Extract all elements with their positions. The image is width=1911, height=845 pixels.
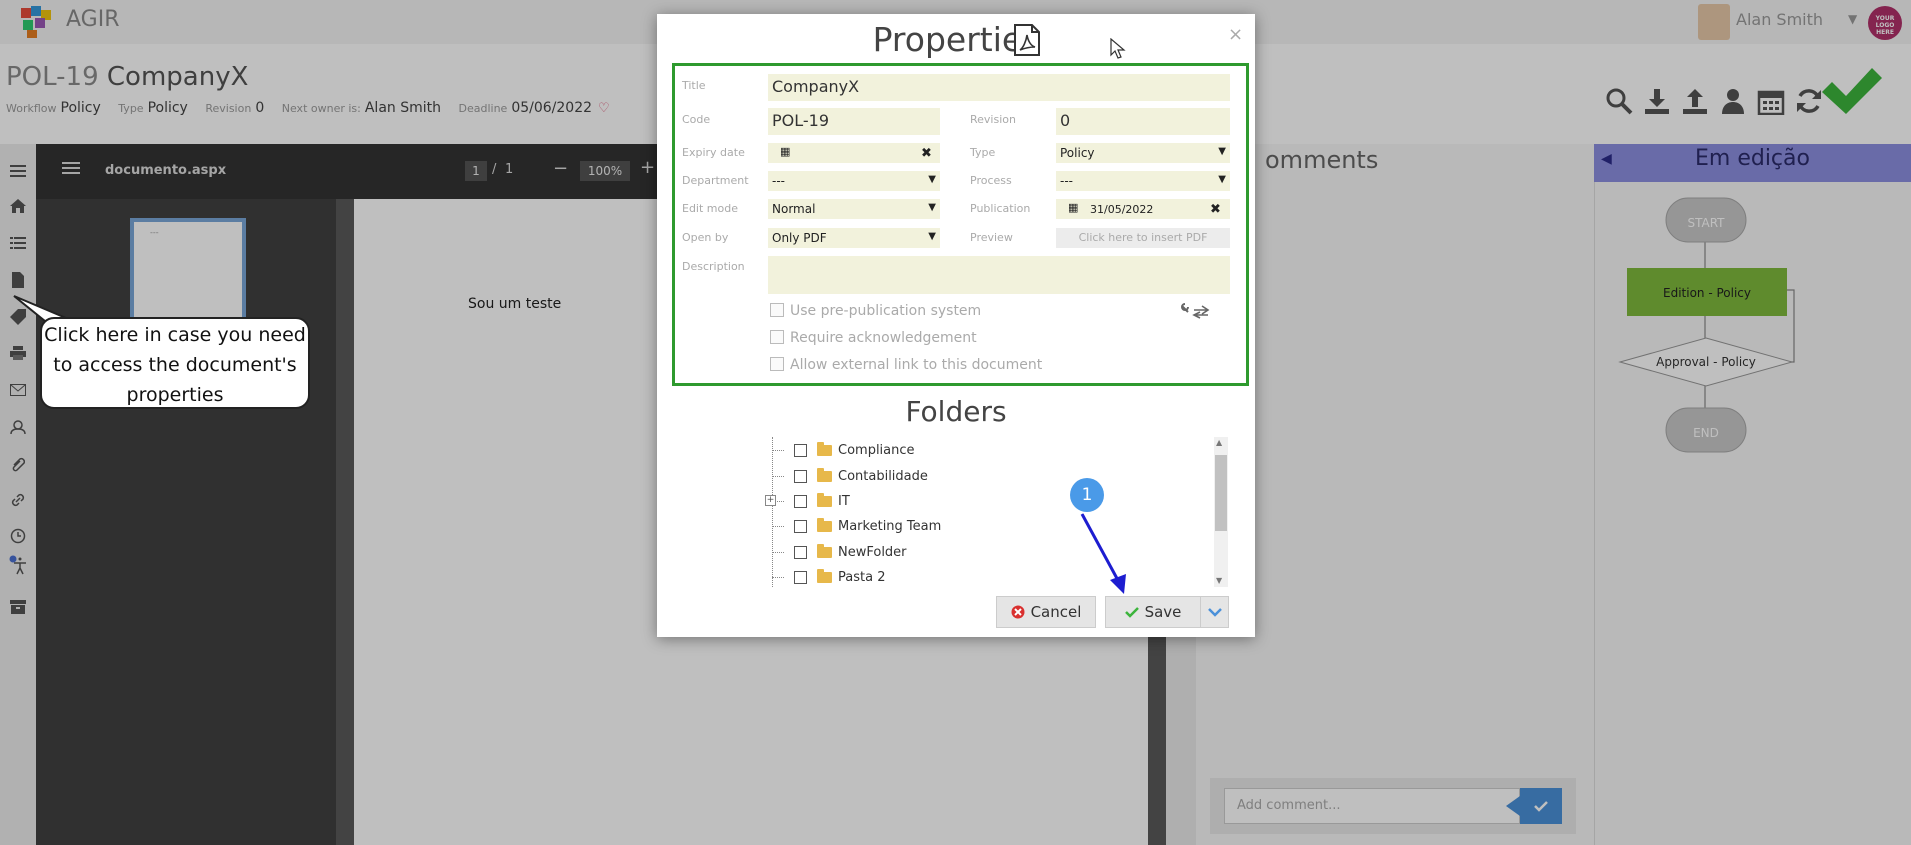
save-button[interactable]: Save xyxy=(1105,596,1201,628)
preview-label: Preview xyxy=(970,231,1013,244)
code-label: Code xyxy=(682,113,711,126)
folder-label: Contabilidade xyxy=(838,468,928,484)
publication-date-value: 31/05/2022 xyxy=(1090,203,1154,216)
callout-pointer xyxy=(13,295,82,340)
pre-publication-checkbox[interactable]: Use pre-publication system xyxy=(770,303,981,319)
type-select[interactable]: Policy ▼ xyxy=(1056,143,1230,163)
open-by-value: Only PDF xyxy=(772,231,827,245)
publication-label: Publication xyxy=(970,202,1031,215)
checkbox[interactable] xyxy=(794,443,807,457)
insert-pdf-button[interactable]: Click here to insert PDF xyxy=(1056,228,1230,248)
type-label: Type xyxy=(970,146,996,159)
code-field[interactable]: POL-19 xyxy=(768,108,940,135)
title-label: Title xyxy=(682,79,706,92)
folder-item[interactable]: NewFolder xyxy=(772,541,907,563)
expiry-date-field[interactable]: ▦ xyxy=(768,143,913,163)
type-value: Policy xyxy=(1060,146,1095,160)
scroll-down-icon[interactable]: ▼ xyxy=(1216,576,1222,585)
wrench-icon[interactable] xyxy=(1180,302,1212,324)
clear-expiry-button[interactable]: ✖ xyxy=(913,143,940,163)
chevron-down-icon xyxy=(1207,608,1222,617)
folder-label: Marketing Team xyxy=(838,518,942,534)
edit-mode-label: Edit mode xyxy=(682,202,738,215)
mouse-cursor-icon xyxy=(1110,38,1126,59)
process-value: --- xyxy=(1060,174,1073,188)
folder-label: Compliance xyxy=(838,442,915,458)
folder-icon xyxy=(817,517,832,532)
publication-date-field[interactable]: ▦ 31/05/2022 xyxy=(1056,199,1201,219)
clear-icon: ✖ xyxy=(1210,202,1221,217)
folder-icon xyxy=(817,441,832,456)
cancel-button[interactable]: Cancel xyxy=(996,596,1096,628)
department-value: --- xyxy=(772,174,785,188)
require-acknowledgement-checkbox[interactable]: Require acknowledgement xyxy=(770,330,977,346)
process-label: Process xyxy=(970,174,1012,187)
save-label: Save xyxy=(1144,603,1182,621)
expand-icon[interactable]: + xyxy=(765,495,776,506)
annotation-arrow xyxy=(1080,513,1126,594)
description-field[interactable] xyxy=(768,256,1230,294)
open-by-select[interactable]: Only PDF ▼ xyxy=(768,228,940,248)
description-label: Description xyxy=(682,260,745,273)
step-number-badge: 1 xyxy=(1070,478,1104,512)
edit-mode-value: Normal xyxy=(772,202,816,216)
folder-label: Pasta 2 xyxy=(838,569,886,585)
folder-icon xyxy=(817,543,832,558)
folder-item[interactable]: Pasta 2 xyxy=(772,566,885,588)
chevron-down-icon: ▼ xyxy=(928,231,936,242)
department-select[interactable]: --- ▼ xyxy=(768,171,940,191)
folder-icon xyxy=(817,492,832,507)
checkbox[interactable] xyxy=(770,357,784,371)
save-options-dropdown[interactable] xyxy=(1201,596,1229,628)
checkbox[interactable] xyxy=(794,519,807,533)
tooltip-callout: Click here in case you need to access th… xyxy=(40,317,310,409)
open-by-label: Open by xyxy=(682,231,729,244)
folder-label: IT xyxy=(838,493,850,509)
chevron-down-icon: ▼ xyxy=(928,202,936,213)
app-root: AGIR Alan Smith ▼ YOUR LOGO HERE POL-19 Co… xyxy=(0,0,1911,845)
cancel-icon xyxy=(1011,605,1025,619)
folder-label: NewFolder xyxy=(838,544,907,560)
scrollbar-thumb[interactable] xyxy=(1215,455,1227,531)
dialog-title: Properties xyxy=(657,20,1255,59)
folder-item[interactable]: IT xyxy=(772,490,850,512)
revision-field[interactable]: 0 xyxy=(1056,108,1230,135)
calendar-icon[interactable]: ▦ xyxy=(1068,202,1078,214)
clear-icon: ✖ xyxy=(921,146,932,161)
checkbox[interactable] xyxy=(770,303,784,317)
checkbox[interactable] xyxy=(770,330,784,344)
edit-mode-select[interactable]: Normal ▼ xyxy=(768,199,940,219)
calendar-icon[interactable]: ▦ xyxy=(780,146,790,158)
check-icon xyxy=(1124,607,1139,618)
external-link-label: Allow external link to this document xyxy=(790,357,1043,373)
folder-item[interactable]: Contabilidade xyxy=(772,465,928,487)
folders-title: Folders xyxy=(905,395,1007,428)
expiry-date-label: Expiry date xyxy=(682,146,745,159)
chevron-down-icon: ▼ xyxy=(928,174,936,185)
title-field[interactable]: CompanyX xyxy=(768,74,1230,101)
checkbox[interactable] xyxy=(794,469,807,483)
close-icon[interactable]: × xyxy=(1228,24,1243,45)
folder-icon xyxy=(817,467,832,482)
folder-item[interactable]: Marketing Team xyxy=(772,515,941,537)
revision-label: Revision xyxy=(970,113,1016,126)
checkbox[interactable] xyxy=(794,570,807,584)
chevron-down-icon: ▼ xyxy=(1218,174,1226,185)
checkbox[interactable] xyxy=(794,545,807,559)
clear-publication-button[interactable]: ✖ xyxy=(1201,199,1230,219)
cancel-label: Cancel xyxy=(1030,603,1082,621)
scroll-up-icon[interactable]: ▲ xyxy=(1216,438,1222,447)
pre-publication-label: Use pre-publication system xyxy=(790,303,982,319)
process-select[interactable]: --- ▼ xyxy=(1056,171,1230,191)
department-label: Department xyxy=(682,174,749,187)
chevron-down-icon: ▼ xyxy=(1218,146,1226,157)
pdf-icon xyxy=(1012,24,1042,60)
external-link-checkbox[interactable]: Allow external link to this document xyxy=(770,357,1042,373)
require-acknowledgement-label: Require acknowledgement xyxy=(790,330,977,346)
checkbox[interactable] xyxy=(794,494,807,508)
folder-item[interactable]: Compliance xyxy=(772,439,915,461)
folder-icon xyxy=(817,568,832,583)
